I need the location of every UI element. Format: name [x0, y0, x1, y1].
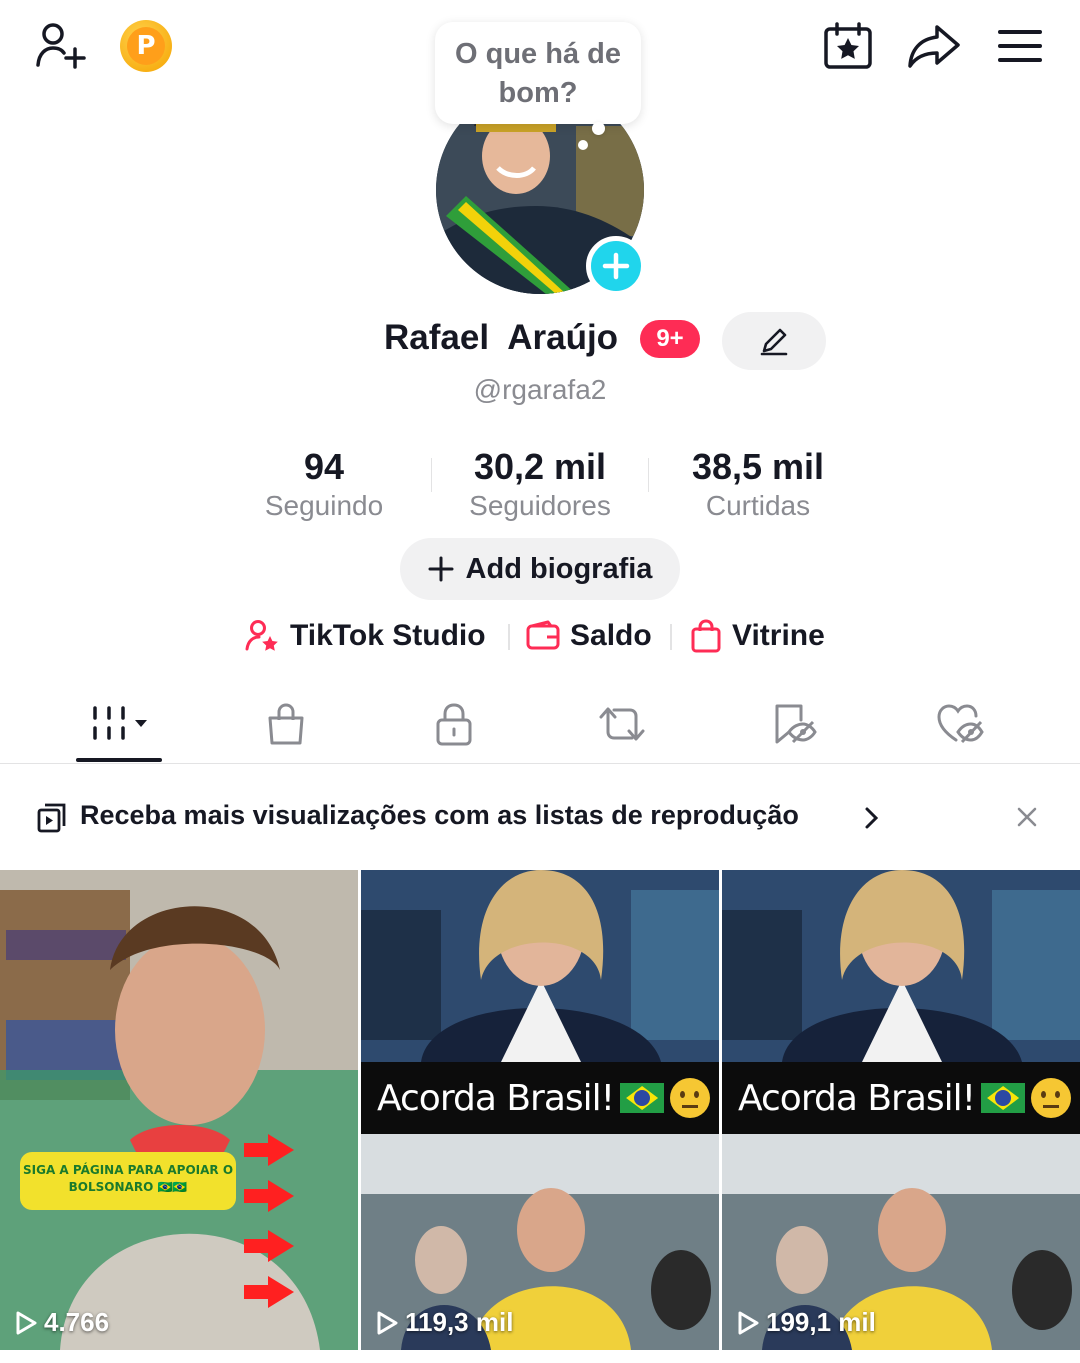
stat-value: 38,5 mil [691, 446, 825, 487]
emoji-icon [1031, 1078, 1072, 1118]
calendar-star-icon[interactable] [820, 20, 876, 72]
stat-label: Seguidores [469, 490, 611, 521]
video-grid: SIGA A PÁGINA PARA APOIAR O BOLSONARO 🇧🇷… [0, 870, 1080, 1363]
view-count-value: 119,3 mil [405, 1307, 514, 1337]
stat-followers[interactable]: 30,2 mil Seguidores [450, 446, 630, 524]
status-bubble-text: O que há de bom? [455, 38, 621, 109]
saved-hidden-icon [775, 704, 817, 744]
stat-label: Curtidas [705, 490, 811, 521]
coin-icon[interactable]: P [120, 20, 172, 72]
quick-links: TikTok Studio Saldo Vitrine [0, 612, 1080, 662]
bubble-dot [592, 122, 605, 135]
play-icon [738, 1311, 759, 1334]
arrow-shaft [244, 1189, 270, 1203]
stat-likes[interactable]: 38,5 mil Curtidas [672, 446, 844, 524]
profile-handle: @rgarafa2 [473, 374, 607, 405]
video-caption-band: Acorda Brasil! [722, 1062, 1080, 1134]
edit-profile-button[interactable] [722, 312, 826, 370]
bubble-dot [578, 140, 588, 150]
lock-icon [436, 703, 472, 746]
tab-shop[interactable] [246, 686, 326, 762]
tab-liked[interactable] [920, 686, 1000, 762]
brazil-flag-icon [620, 1083, 665, 1113]
profile-name: Rafael Araújo [384, 318, 619, 357]
promo-text: Receba mais visualizações com as listas … [80, 800, 799, 830]
brazil-flag-icon [981, 1083, 1026, 1113]
view-count: 199,1 mil [736, 1307, 876, 1338]
tab-saved[interactable] [754, 686, 834, 762]
arrow-head [268, 1276, 294, 1308]
playlist-promo-banner[interactable]: Receba mais visualizações com as listas … [0, 786, 1080, 850]
view-count-value: 199,1 mil [766, 1307, 876, 1337]
arrow-shaft [244, 1285, 270, 1299]
play-icon [377, 1311, 398, 1334]
video-thumbnail[interactable]: Acorda Brasil! 199,1 mil [722, 870, 1080, 1350]
chevron-right-icon [865, 807, 879, 829]
arrow-shaft [244, 1239, 270, 1253]
stat-value: 94 [303, 446, 345, 487]
video-thumbnail[interactable]: SIGA A PÁGINA PARA APOIAR O BOLSONARO 🇧🇷… [0, 870, 358, 1350]
plus-icon [602, 252, 630, 280]
stats-row: 94 Seguindo 30,2 mil Seguidores 38,5 mil… [0, 446, 1080, 526]
stat-following[interactable]: 94 Seguindo [244, 446, 404, 524]
tab-reposts[interactable] [582, 686, 662, 762]
arrow-head [268, 1230, 294, 1262]
repost-icon [599, 707, 645, 741]
share-icon[interactable] [904, 20, 964, 72]
balance-link[interactable]: Saldo [526, 612, 652, 660]
profile-tabs [0, 686, 1080, 764]
divider [508, 624, 510, 650]
emoji-icon [670, 1078, 711, 1118]
shop-icon [268, 703, 304, 745]
video-thumbnail[interactable]: Acorda Brasil! 119,3 mil [361, 870, 719, 1350]
notification-badge[interactable]: 9+ [640, 320, 700, 358]
link-label: Vitrine [732, 619, 825, 652]
stat-label: Seguindo [264, 490, 384, 521]
video-thumbnail-image [0, 870, 358, 1350]
view-count-value: 4.766 [44, 1307, 110, 1337]
menu-icon[interactable] [994, 22, 1046, 70]
coin-letter: P [127, 27, 165, 65]
view-count: 119,3 mil [375, 1307, 513, 1338]
wallet-icon [526, 620, 560, 650]
studio-icon [245, 620, 278, 651]
shopping-bag-icon [691, 619, 721, 653]
link-label: TikTok Studio [290, 619, 486, 652]
video-overlay-sticker: SIGA A PÁGINA PARA APOIAR O BOLSONARO 🇧🇷… [20, 1152, 236, 1210]
add-bio-label: Add biografia [465, 552, 653, 585]
arrow-head [268, 1180, 294, 1212]
stat-value: 30,2 mil [473, 446, 607, 487]
name-row: Rafael Araújo 9+ [0, 312, 1080, 370]
play-icon [16, 1311, 37, 1334]
video-caption: Acorda Brasil! [377, 1077, 615, 1119]
add-photo-button[interactable] [586, 236, 646, 296]
link-label: Saldo [570, 619, 652, 652]
divider [670, 624, 672, 650]
arrow-head [268, 1134, 294, 1166]
arrow-shaft [244, 1143, 270, 1157]
active-tab-indicator [76, 758, 162, 762]
tab-videos[interactable] [76, 686, 162, 762]
pencil-icon [760, 328, 788, 356]
close-icon[interactable] [1016, 806, 1038, 828]
status-bubble[interactable]: O que há de bom? [435, 22, 641, 124]
playlist-icon [37, 803, 66, 833]
view-count: 4.766 [14, 1307, 109, 1338]
tab-private[interactable] [414, 686, 494, 762]
plus-icon [428, 556, 454, 582]
liked-hidden-icon [937, 704, 984, 744]
videos-grid-icon [93, 706, 147, 740]
showcase-link[interactable]: Vitrine [690, 612, 825, 660]
add-bio-button[interactable]: Add biografia [400, 538, 680, 600]
divider [648, 458, 649, 492]
tiktok-studio-link[interactable]: TikTok Studio [244, 612, 486, 660]
video-caption: Acorda Brasil! [738, 1077, 976, 1119]
divider [431, 458, 432, 492]
video-caption-band: Acorda Brasil! [361, 1062, 719, 1134]
add-friend-icon[interactable] [30, 20, 90, 72]
